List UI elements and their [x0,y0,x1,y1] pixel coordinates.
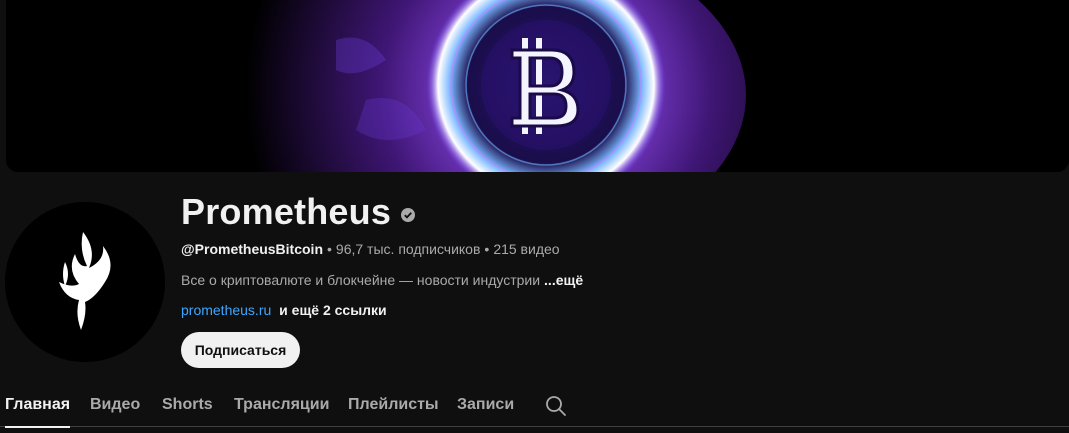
description-more-link[interactable]: ...ещё [544,272,583,288]
meta-separator: • [484,241,490,257]
channel-banner [6,0,1069,172]
subscribe-button[interactable]: Подписаться [181,332,300,368]
tab-home[interactable]: Главная [5,384,71,428]
tab-shorts[interactable]: Shorts [162,384,213,427]
channel-avatar[interactable] [5,202,165,362]
video-count: 215 видео [493,241,560,257]
verified-check-icon [401,208,416,222]
channel-links: prometheus.ru и ещё 2 ссылки [181,302,387,318]
subscriber-count: 96,7 тыс. подписчиков [335,241,481,257]
channel-handle: @PrometheusBitcoin [181,241,324,257]
meta-separator: • [327,241,332,257]
channel-website-link[interactable]: prometheus.ru [181,302,271,318]
channel-tabs: Главная Видео Shorts Трансляции Плейлист… [0,384,1069,428]
tab-playlists[interactable]: Плейлисты [348,384,439,427]
more-links-button[interactable]: и ещё 2 ссылки [279,302,386,318]
tab-videos[interactable]: Видео [90,384,140,427]
tab-live[interactable]: Трансляции [234,384,329,427]
channel-description[interactable]: Все о криптовалюте и блокчейне — новости… [181,272,583,288]
search-icon[interactable] [544,394,568,418]
flame-logo-icon [5,202,165,362]
description-text: Все о криптовалюте и блокчейне — новости… [181,272,541,288]
tab-posts[interactable]: Записи [457,384,514,427]
channel-name: Prometheus [181,191,392,232]
channel-meta: @PrometheusBitcoin • 96,7 тыс. подписчик… [181,241,560,257]
banner-image [6,0,1069,172]
channel-title-row: Prometheus [181,190,416,234]
